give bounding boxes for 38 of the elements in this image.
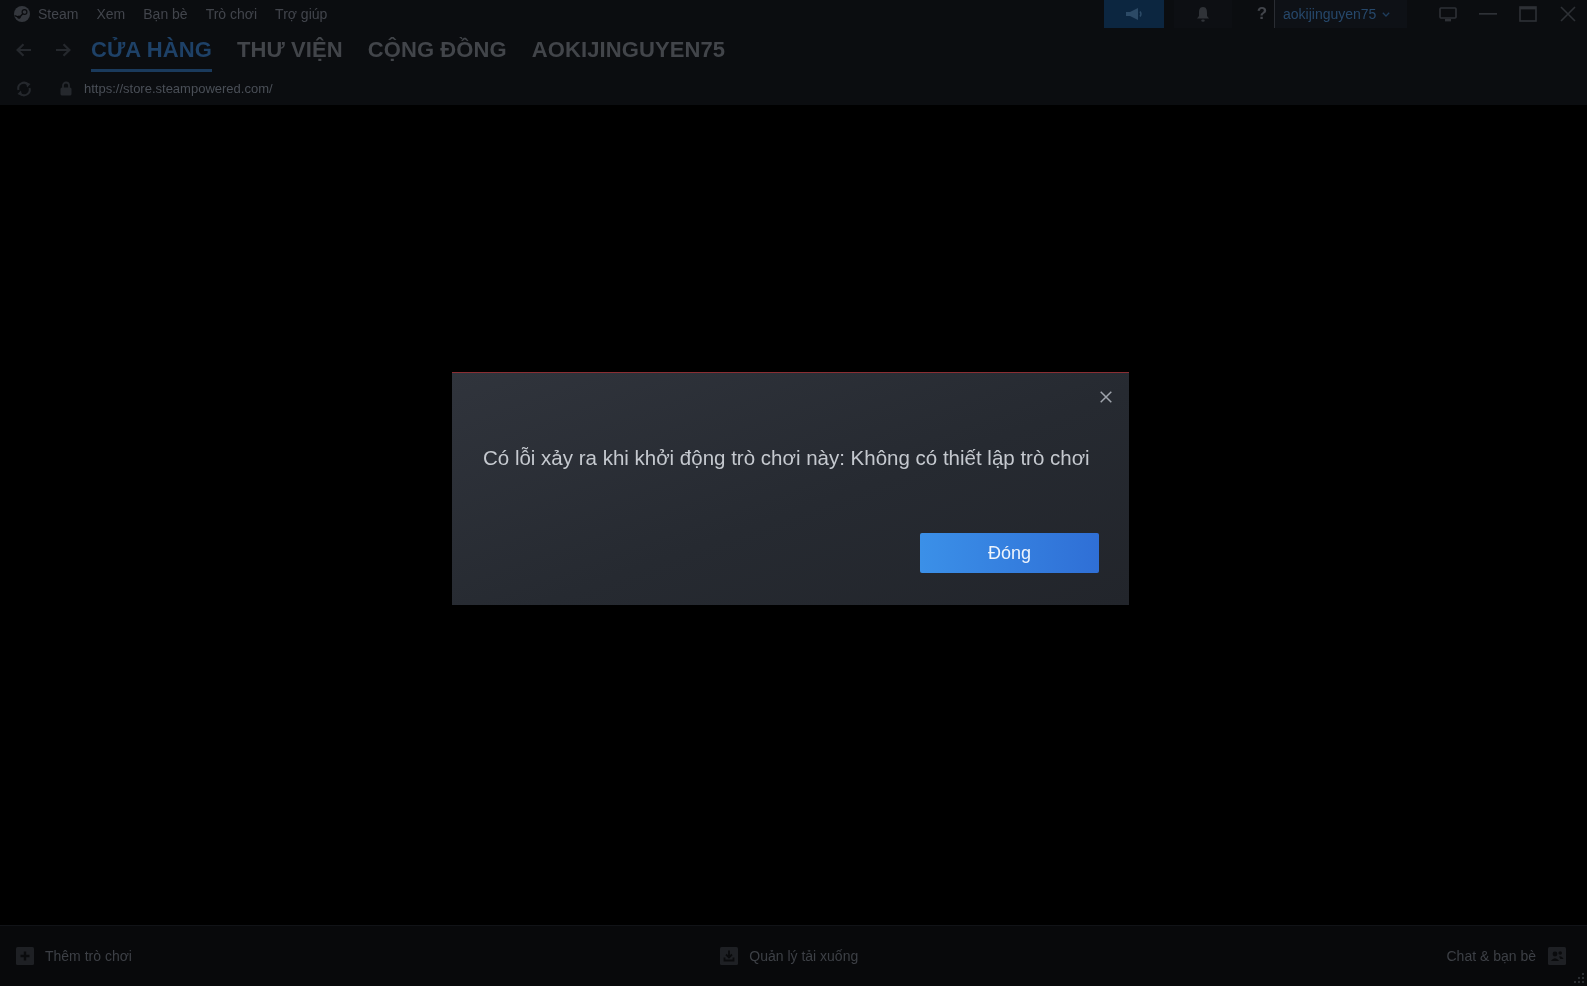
add-game-button[interactable]: Thêm trò chơi	[16, 947, 132, 965]
close-dialog-button[interactable]: Đóng	[920, 533, 1099, 573]
caret-icon	[1382, 11, 1391, 17]
lock-icon	[60, 81, 72, 96]
forward-button[interactable]	[55, 43, 71, 57]
steam-logo-icon	[14, 6, 30, 22]
minimize-icon	[1479, 12, 1497, 16]
back-button[interactable]	[16, 43, 32, 57]
url-text[interactable]: https://store.steampowered.com/	[84, 81, 273, 96]
downloads-button[interactable]: Quản lý tải xuống	[720, 947, 859, 965]
reload-button[interactable]	[16, 80, 32, 97]
account-menu-button[interactable]: aokijinguyen75	[1274, 0, 1407, 28]
steam-menu[interactable]: Steam	[14, 4, 79, 24]
friends-chat-button[interactable]: Chat & bạn bè	[1446, 947, 1566, 965]
nav-tab[interactable]: THƯ VIỆN	[236, 28, 343, 72]
close-icon	[1559, 6, 1577, 22]
close-icon	[1100, 391, 1112, 403]
megaphone-icon	[1125, 7, 1143, 21]
menu-item[interactable]: Xem	[96, 4, 126, 24]
menu-item[interactable]: Trò chơi	[205, 4, 258, 24]
help-button[interactable]: ?	[1250, 0, 1274, 28]
announcements-button[interactable]	[1104, 0, 1164, 28]
menu-item[interactable]: Trợ giúp	[275, 4, 328, 24]
error-message: Có lỗi xảy ra khi khởi động trò chơi này: Không có thiết lập trò chơi	[483, 445, 1090, 471]
back-arrow-icon	[16, 43, 32, 57]
nav-tab[interactable]: CỬA HÀNG	[91, 28, 212, 72]
reload-icon	[16, 80, 32, 97]
maximize-icon	[1519, 6, 1537, 22]
monitor-icon	[1439, 6, 1457, 22]
nav-tab[interactable]: AOKIJINGUYEN75	[531, 28, 726, 72]
bell-icon	[1196, 6, 1210, 22]
friends-icon	[1548, 947, 1566, 965]
resize-grip-icon[interactable]	[1573, 972, 1585, 984]
plus-icon	[16, 947, 34, 965]
forward-arrow-icon	[55, 43, 71, 57]
nav-tab[interactable]: CỘNG ĐỒNG	[367, 28, 507, 72]
download-icon	[720, 947, 739, 965]
menu-item[interactable]: Bạn bè	[143, 4, 188, 24]
